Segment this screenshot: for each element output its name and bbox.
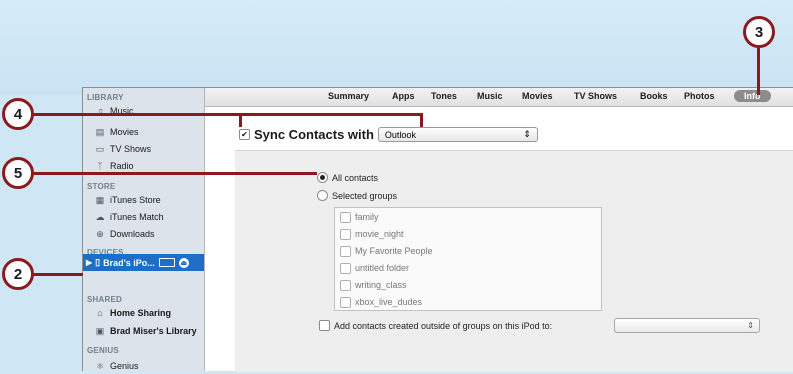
callout-4: 4 (2, 98, 34, 130)
sidebar-item-library[interactable]: ▣ Brad Miser's Library (95, 323, 197, 339)
group-item[interactable]: movie_night (340, 226, 404, 242)
cloud-icon: ☁ (95, 211, 105, 222)
film-icon: ▤ (95, 126, 105, 137)
groups-list: family movie_night My Favorite People un… (334, 207, 602, 311)
sidebar-item-downloads[interactable]: ⊕ Downloads (95, 226, 154, 242)
callout-line-4 (33, 113, 422, 116)
sync-contacts-checkbox[interactable]: ✔ (239, 129, 250, 140)
tv-icon: ▭ (95, 143, 105, 154)
sidebar-item-itunes-store[interactable]: ▦ iTunes Store (95, 192, 161, 208)
callout-line-3 (757, 47, 760, 95)
sync-contacts-row: ✔ Sync Contacts with Outlook ⇕ (239, 127, 538, 142)
add-contacts-checkbox[interactable] (319, 320, 330, 331)
tab-summary[interactable]: Summary (328, 91, 369, 101)
tab-apps[interactable]: Apps (392, 91, 415, 101)
radio-button[interactable] (317, 190, 328, 201)
callout-line-2 (33, 273, 83, 276)
sidebar-item-movies[interactable]: ▤ Movies (95, 124, 139, 140)
itunes-window: LIBRARY ♫ Music ▤ Movies ▭ TV Shows ᛉ Radio … (82, 87, 793, 372)
group-item[interactable]: xbox_live_dudes (340, 294, 422, 310)
group-item[interactable]: untitled folder (340, 260, 409, 276)
radio-icon: ᛉ (97, 161, 103, 171)
section-shared: SHARED (87, 295, 122, 304)
library-icon: ▣ (95, 325, 105, 336)
radio-selected-groups[interactable]: Selected groups (317, 190, 397, 201)
tab-info[interactable]: Info (734, 90, 771, 102)
home-icon: ⌂ (97, 308, 103, 318)
select-arrows-icon: ⇕ (523, 129, 531, 139)
add-contacts-row: Add contacts created outside of groups o… (319, 320, 552, 331)
section-library: LIBRARY (87, 93, 124, 102)
callout-5: 5 (2, 157, 34, 189)
section-store: STORE (87, 182, 116, 191)
sidebar-item-genius[interactable]: ⚛ Genius (95, 358, 139, 374)
eject-icon[interactable]: ⏏ (178, 257, 189, 268)
section-genius: GENIUS (87, 346, 119, 355)
callout-line-4a (239, 113, 242, 127)
callout-3: 3 (743, 16, 775, 48)
callout-line-4b (420, 113, 423, 127)
battery-icon (158, 258, 175, 267)
sync-contacts-label: Sync Contacts with (254, 127, 374, 142)
radio-button[interactable] (317, 172, 328, 183)
group-item[interactable]: writing_class (340, 277, 407, 293)
tab-tv-shows[interactable]: TV Shows (574, 91, 617, 101)
ipod-icon: ▯ (95, 257, 101, 267)
tab-movies[interactable]: Movies (522, 91, 553, 101)
sidebar-item-music[interactable]: ♫ Music (95, 103, 134, 119)
add-contacts-group-select[interactable]: ⇕ (614, 318, 760, 333)
sidebar-item-device[interactable]: ▶ ▯ Brad's iPo... ⏏ (83, 254, 204, 271)
tab-music[interactable]: Music (477, 91, 503, 101)
add-contacts-label: Add contacts created outside of groups o… (334, 320, 553, 331)
radio-all-contacts[interactable]: All contacts (317, 172, 378, 183)
sidebar: LIBRARY ♫ Music ▤ Movies ▭ TV Shows ᛉ Radio … (83, 88, 205, 371)
sync-source-select[interactable]: Outlook ⇕ (377, 127, 538, 142)
tab-bar: Summary Apps Tones Music Movies TV Shows… (205, 88, 793, 107)
tab-photos[interactable]: Photos (684, 91, 715, 101)
main-content: Summary Apps Tones Music Movies TV Shows… (205, 88, 793, 372)
select-arrows-icon: ⇕ (747, 321, 754, 330)
download-icon: ⊕ (96, 228, 104, 239)
sidebar-item-itunes-match[interactable]: ☁ iTunes Match (95, 209, 164, 225)
background (0, 0, 793, 95)
device-label: Brad's iPo... (103, 257, 155, 268)
sidebar-item-tv-shows[interactable]: ▭ TV Shows (95, 141, 151, 157)
tab-tones[interactable]: Tones (431, 91, 457, 101)
callout-line-5 (33, 172, 317, 175)
group-item[interactable]: family (340, 209, 379, 225)
tab-books[interactable]: Books (640, 91, 668, 101)
store-icon: ▦ (95, 194, 105, 205)
callout-2: 2 (2, 258, 34, 290)
sidebar-item-home-sharing[interactable]: ⌂ Home Sharing (95, 305, 171, 321)
disclosure-triangle-icon[interactable]: ▶ (86, 258, 92, 267)
group-item[interactable]: My Favorite People (340, 243, 433, 259)
